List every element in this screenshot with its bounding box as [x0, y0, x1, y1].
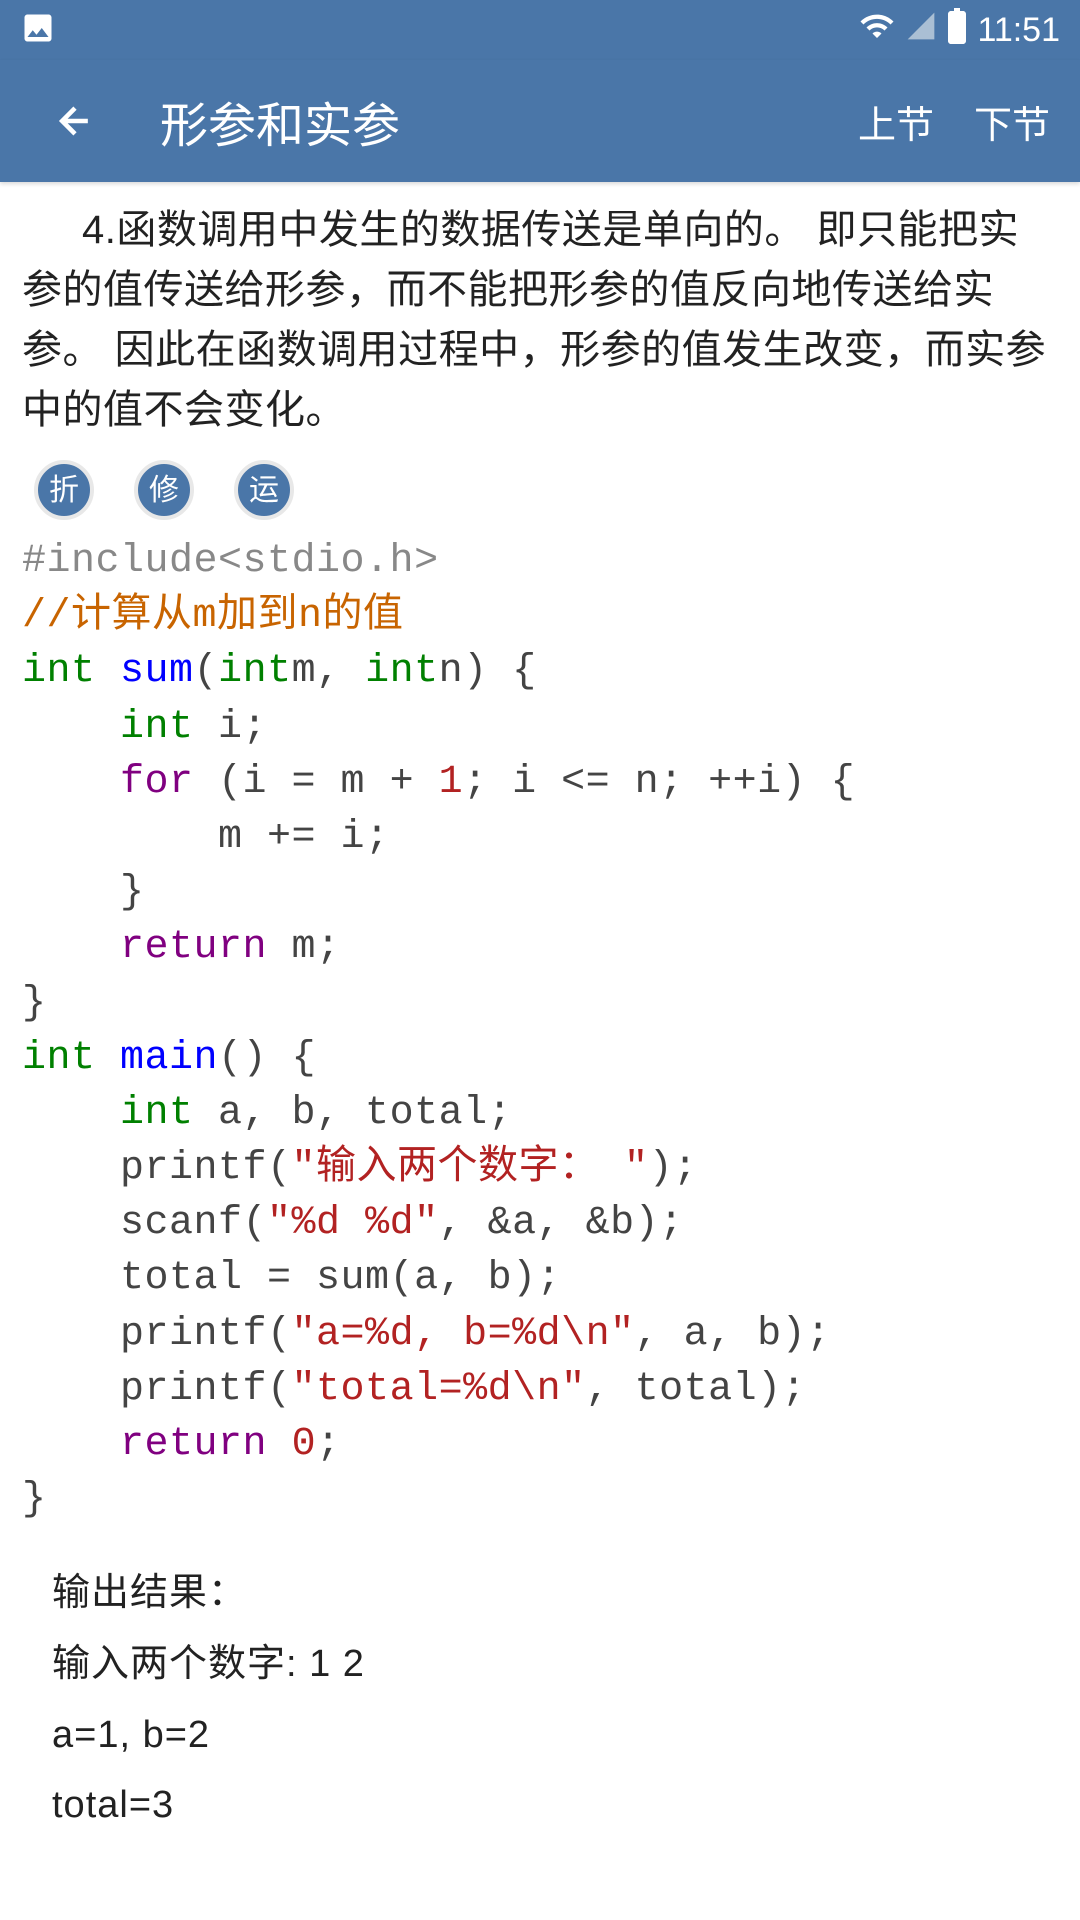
status-bar: 11:51	[0, 0, 1080, 60]
status-right: 11:51	[859, 8, 1060, 53]
code-fn: sum	[120, 649, 194, 694]
content-area: 4.函数调用中发生的数据传送是单向的。 即只能把实参的值传送给形参，而不能把形参…	[0, 182, 1080, 1862]
code-comment: //计算从m加到n的值	[22, 594, 404, 639]
code-block: #include<stdio.h> //计算从m加到n的值 int sum(in…	[22, 534, 1058, 1527]
battery-charging-icon	[947, 8, 967, 53]
status-time: 11:51	[977, 11, 1060, 50]
explanation-paragraph: 4.函数调用中发生的数据传送是单向的。 即只能把实参的值传送给形参，而不能把形参…	[22, 200, 1058, 440]
code-action-row: 折 修 运	[34, 460, 1058, 520]
output-label: 输出结果：	[52, 1561, 1058, 1626]
next-section-button[interactable]: 下节	[974, 94, 1050, 149]
image-icon	[20, 10, 56, 51]
page-title: 形参和实参	[160, 86, 818, 156]
wifi-icon	[859, 8, 895, 53]
code-include: #include<stdio.h>	[22, 539, 439, 584]
signal-icon	[905, 10, 937, 51]
arrow-left-icon	[53, 99, 97, 143]
back-button[interactable]	[50, 96, 100, 146]
code-kw: int	[22, 649, 96, 694]
output-line: 输入两个数字: 1 2	[52, 1632, 1058, 1697]
output-line: total=3	[52, 1773, 1058, 1838]
status-left	[20, 10, 56, 51]
output-line: a=1, b=2	[52, 1703, 1058, 1768]
fold-button[interactable]: 折	[34, 460, 94, 520]
edit-button[interactable]: 修	[134, 460, 194, 520]
run-button[interactable]: 运	[234, 460, 294, 520]
prev-section-button[interactable]: 上节	[858, 94, 934, 149]
output-block: 输出结果： 输入两个数字: 1 2 a=1, b=2 total=3	[52, 1561, 1058, 1837]
app-bar: 形参和实参 上节 下节	[0, 60, 1080, 182]
